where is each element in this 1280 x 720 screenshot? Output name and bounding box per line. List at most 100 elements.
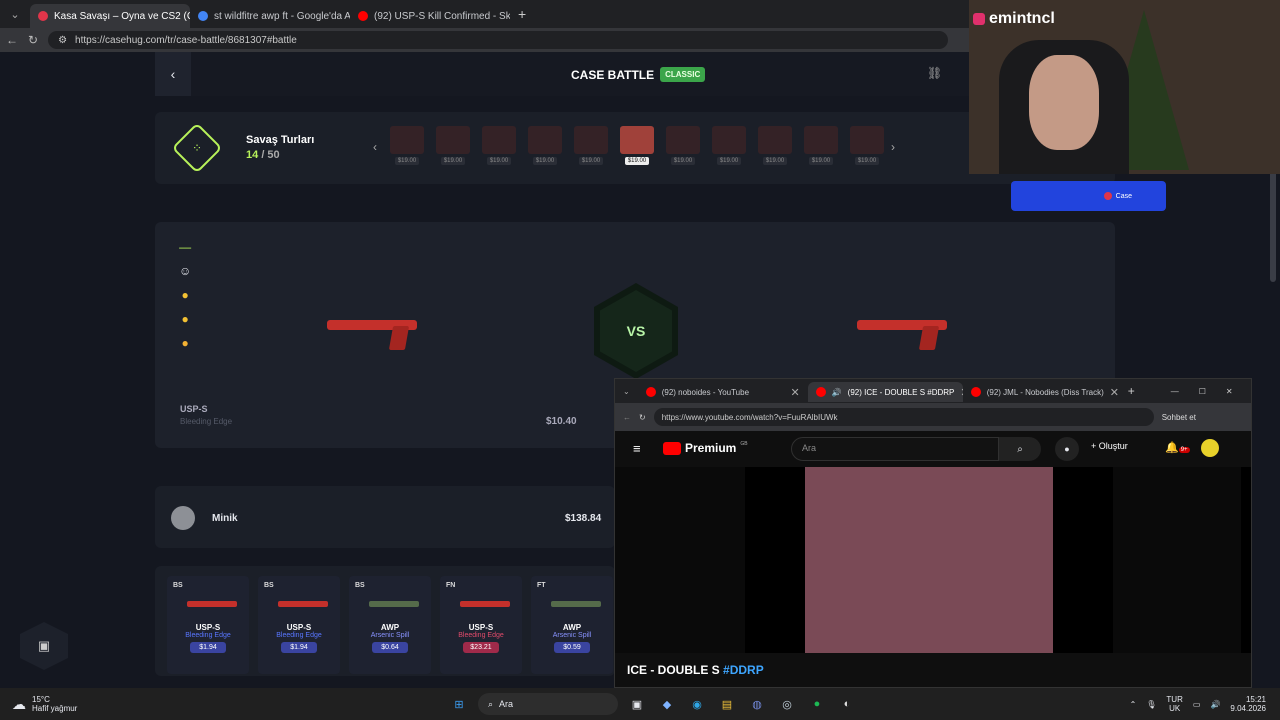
clock-date[interactable]: 9.04.2026 <box>1230 704 1266 713</box>
drop-card[interactable]: BS USP-S Bleeding Edge $1.94 <box>167 576 249 674</box>
reload-icon[interactable]: ↻ <box>28 33 38 47</box>
close-tab-icon[interactable]: ✕ <box>1110 386 1118 399</box>
case-image <box>390 126 424 154</box>
rounds-label: Savaş Turları <box>246 134 315 146</box>
steam-icon[interactable]: ◎ <box>776 693 798 715</box>
item-price: $23.21 <box>463 642 499 653</box>
casehug-favicon-icon <box>38 11 48 21</box>
maximize-icon[interactable]: ☐ <box>1199 387 1206 396</box>
tab-title: (92) ICE - DOUBLE S #DDRP <box>847 387 955 397</box>
drop-card[interactable]: FT AWP Arsenic Spill $0.59 <box>531 576 613 674</box>
drop-card[interactable]: BS USP-S Bleeding Edge $1.94 <box>258 576 340 674</box>
round-case-price: $19.00 <box>578 157 604 165</box>
browser-tab-google[interactable]: st wildfitre awp ft - Google'da Ara ✕ <box>190 4 350 28</box>
right-weapon-image <box>857 312 949 352</box>
new-tab-icon[interactable]: + <box>1128 384 1135 398</box>
emote-smile-icon[interactable]: ☺ <box>179 264 191 278</box>
youtube-logo[interactable]: Premium GB <box>663 441 748 455</box>
emote-neutral-icon[interactable]: ● <box>182 312 189 326</box>
edge-icon[interactable]: ◉ <box>686 693 708 715</box>
back-icon[interactable]: ← <box>6 33 18 47</box>
address-bar[interactable]: ⚙ https://casehug.com/tr/case-battle/868… <box>48 31 949 49</box>
weather-text: Hafif yağmur <box>32 704 78 713</box>
round-case[interactable]: $19.00 <box>663 126 703 180</box>
round-case[interactable]: $19.00 <box>387 126 427 180</box>
back-button[interactable]: ‹ <box>155 52 191 96</box>
reload-icon[interactable]: ↻ <box>639 413 646 422</box>
round-case[interactable]: $19.00 <box>571 126 611 180</box>
search-button[interactable]: ⌕ <box>999 437 1041 461</box>
discord-icon[interactable]: ◍ <box>746 693 768 715</box>
url-text: https://www.youtube.com/watch?v=FuuRAlbI… <box>661 412 838 422</box>
back-icon[interactable]: ← <box>623 413 631 422</box>
lang-primary[interactable]: TUR <box>1166 695 1182 704</box>
network-icon[interactable]: ▭ <box>1193 700 1201 709</box>
tab-list-icon[interactable]: ⌄ <box>4 3 26 25</box>
round-case[interactable]: $19.00 <box>801 126 841 180</box>
tray-mic-icon[interactable]: 🎙 <box>1146 700 1156 709</box>
round-case[interactable]: $19.00 <box>433 126 473 180</box>
account-avatar[interactable] <box>1201 439 1219 457</box>
item-price: $0.64 <box>372 642 408 653</box>
create-button[interactable]: + Oluştur <box>1091 441 1128 451</box>
tray-arrow-icon[interactable]: ⌃ <box>1130 700 1137 709</box>
start-icon[interactable]: ⊞ <box>448 693 470 715</box>
video-player[interactable] <box>615 467 1251 653</box>
new-tab-icon[interactable]: + <box>518 6 526 22</box>
round-case-price: $19.00 <box>854 157 880 165</box>
player-row: Minik $138.84 <box>155 486 615 548</box>
round-case[interactable]: $19.00 <box>525 126 565 180</box>
audio-icon[interactable]: 🔊 <box>832 388 842 397</box>
share-link-icon[interactable]: ⛓ <box>927 66 942 80</box>
lang-secondary[interactable]: UK <box>1166 704 1182 713</box>
minimize-icon[interactable]: — <box>1171 387 1179 396</box>
case-image <box>850 126 884 154</box>
spotify-icon[interactable]: ● <box>806 693 828 715</box>
emote-sad-icon[interactable]: ● <box>182 288 189 302</box>
close-tab-icon[interactable]: ✕ <box>790 386 799 399</box>
browser-tab-casehug[interactable]: Kasa Savaşı – Oyna ve CS2 (CS:GO ✕ <box>30 4 190 28</box>
mic-icon[interactable]: ● <box>1055 437 1079 461</box>
round-case[interactable]: $19.00 <box>847 126 887 180</box>
drop-card[interactable]: FN USP-S Bleeding Edge $23.21 <box>440 576 522 674</box>
left-item-name: USP-S <box>180 404 208 414</box>
drop-card[interactable]: BS AWP Arsenic Spill $0.64 <box>349 576 431 674</box>
round-case[interactable]: $19.00 <box>755 126 795 180</box>
round-case[interactable]: $19.00 <box>617 126 657 180</box>
weapon-image <box>537 589 607 619</box>
volume-icon[interactable]: 🔊 <box>1210 700 1220 709</box>
address-bar[interactable]: https://www.youtube.com/watch?v=FuuRAlbI… <box>653 408 1154 426</box>
file-explorer-icon[interactable]: ▤ <box>716 693 738 715</box>
close-window-icon[interactable]: ✕ <box>1226 387 1233 396</box>
task-view-icon[interactable]: ▣ <box>626 693 648 715</box>
emote-minimize-icon[interactable]: — <box>179 240 191 254</box>
case-image <box>666 126 700 154</box>
copilot-icon[interactable]: ◆ <box>656 693 678 715</box>
browser-tab-youtube[interactable]: (92) USP-S Kill Confirmed - Skin F ✕ <box>350 4 510 28</box>
chat-button[interactable]: ▣ <box>20 622 68 670</box>
chrome-icon[interactable]: ◐ <box>836 693 858 715</box>
emote-shocked-icon[interactable]: ● <box>182 336 189 350</box>
search-input[interactable]: Ara <box>791 437 999 461</box>
clock-time[interactable]: 15:21 <box>1230 695 1266 704</box>
rounds-next-icon[interactable]: › <box>891 140 895 154</box>
site-info-icon[interactable]: ⚙ <box>58 35 67 46</box>
notifications-icon[interactable]: 🔔 9+ <box>1165 441 1190 454</box>
yt-tab-jml[interactable]: (92) JML - Nobodies (Diss Track) ✕ <box>963 382 1118 402</box>
youtube-window: ⌄ (92) noboides - YouTube ✕ 🔊 (92) ICE -… <box>614 378 1252 688</box>
yt-tab-ice[interactable]: 🔊 (92) ICE - DOUBLE S #DDRP ✕ <box>807 382 963 402</box>
menu-icon[interactable]: ≡ <box>633 441 641 456</box>
weather-icon[interactable]: ☁ <box>12 696 26 713</box>
case-image <box>436 126 470 154</box>
round-case-price: $19.00 <box>532 157 558 165</box>
tab-list-icon[interactable]: ⌄ <box>623 387 630 396</box>
video-hashtag[interactable]: #DDRP <box>723 663 764 677</box>
taskbar-search[interactable]: ⌕ Ara <box>478 693 618 715</box>
round-case[interactable]: $19.00 <box>709 126 749 180</box>
round-case-price: $19.00 <box>486 157 512 165</box>
chat-label[interactable]: Sohbet et <box>1162 413 1196 422</box>
skin-name: Bleeding Edge <box>458 632 504 639</box>
yt-tab-noboides[interactable]: (92) noboides - YouTube ✕ <box>638 382 808 402</box>
round-case[interactable]: $19.00 <box>479 126 519 180</box>
rounds-prev-icon[interactable]: ‹ <box>373 140 377 154</box>
